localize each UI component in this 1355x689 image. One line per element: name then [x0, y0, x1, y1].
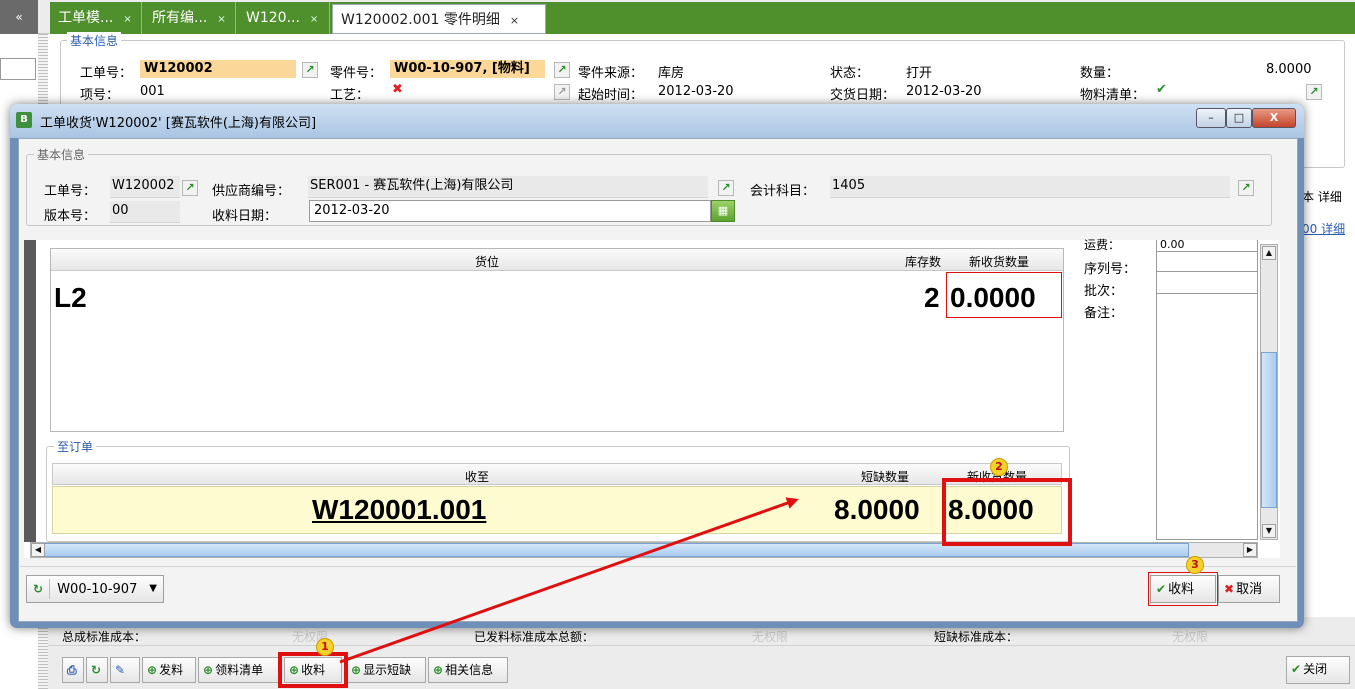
annotation-arrow	[339, 497, 799, 664]
step-badge-2: 2	[990, 458, 1008, 476]
step-badge-3: 3	[1186, 556, 1204, 574]
step-badge-1: 1	[316, 638, 334, 656]
